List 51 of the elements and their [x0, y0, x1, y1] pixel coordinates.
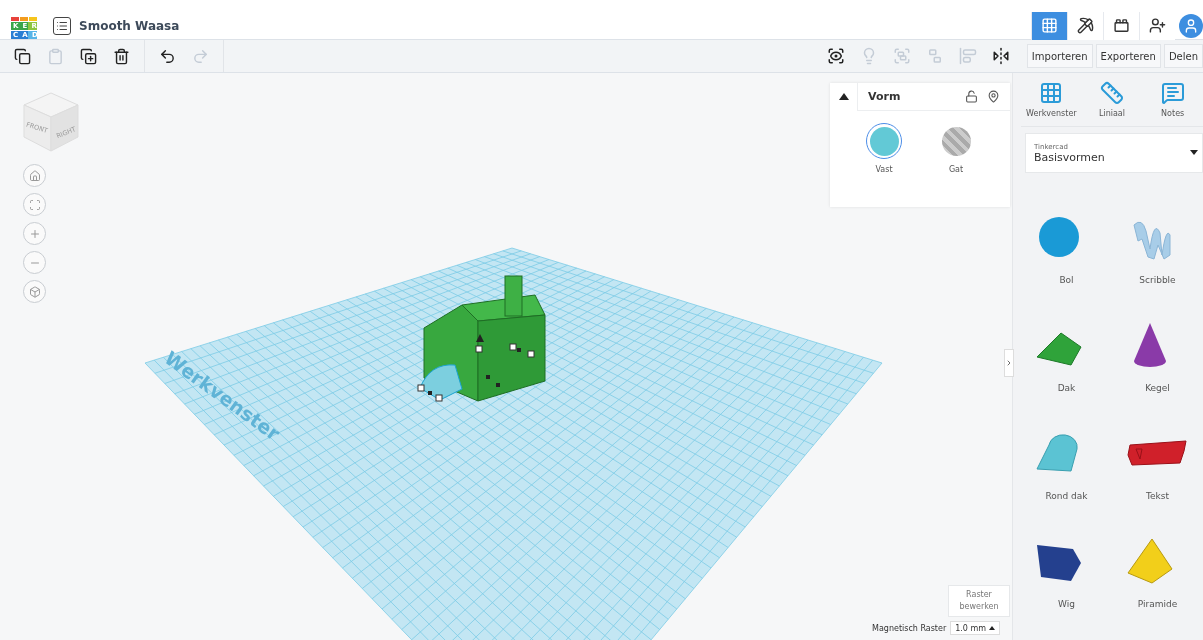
shape-item[interactable]: Rond dak — [1021, 425, 1112, 515]
house-model-drawing[interactable] — [417, 275, 546, 402]
shape-item[interactable]: Tekst — [1112, 425, 1203, 515]
pickaxe-tab[interactable] — [1067, 11, 1103, 40]
chevron-icon — [1005, 358, 1013, 368]
fit-view-icon — [28, 198, 41, 211]
home-icon — [28, 169, 41, 182]
snap-grid-label: Magnetisch Raster — [872, 623, 947, 633]
caret-icon — [989, 626, 996, 630]
design-title[interactable]: Smooth Waasa — [79, 18, 180, 33]
unlock-icon[interactable] — [964, 90, 978, 103]
fit-view-button[interactable] — [23, 193, 46, 216]
add-user-icon — [1149, 17, 1166, 34]
shape-item[interactable]: Kegel — [1112, 317, 1203, 407]
grid-icon — [1041, 17, 1058, 34]
snap-grid-select[interactable]: 1.0 mm — [950, 621, 1001, 635]
shape-item[interactable]: Dak — [1021, 317, 1112, 407]
cube-icon — [28, 285, 41, 298]
caret-icon — [1190, 150, 1198, 155]
share-button[interactable]: Delen — [1163, 44, 1203, 68]
zoom-in-icon — [28, 227, 41, 240]
shape-item[interactable]: Piramide — [1112, 533, 1203, 623]
avatar-icon[interactable] — [1179, 13, 1203, 38]
cube-button[interactable] — [23, 280, 46, 303]
ruler-tool-button[interactable]: Liniaal — [1081, 73, 1143, 126]
pickaxe-icon — [1077, 17, 1094, 34]
shape-item[interactable]: Wig — [1021, 533, 1112, 623]
collapse-button[interactable] — [830, 82, 858, 111]
mirror-icon[interactable] — [992, 47, 1011, 65]
notes-tool-button[interactable]: Notes — [1142, 73, 1203, 126]
pin-icon[interactable] — [986, 90, 1000, 103]
list-icon[interactable] — [53, 16, 71, 35]
undo-icon[interactable] — [159, 47, 176, 65]
copy-icon[interactable] — [14, 47, 31, 65]
brick-icon — [1113, 17, 1130, 34]
ruler-icon — [1100, 81, 1124, 105]
note-icon — [1160, 81, 1185, 105]
grid-icon — [1039, 81, 1064, 105]
duplicate-icon[interactable] — [80, 47, 97, 65]
delete-icon[interactable] — [113, 47, 130, 65]
shape-item[interactable]: Bol — [1021, 209, 1112, 299]
export-button[interactable]: Exporteren — [1095, 44, 1161, 68]
shape-item[interactable]: Scribble — [1112, 209, 1203, 299]
edit-grid-button[interactable]: Raster bewerken — [948, 585, 1010, 617]
hole-option[interactable]: Gat — [938, 123, 974, 174]
brick-tab[interactable] — [1103, 11, 1139, 40]
panel-title: Vorm — [868, 90, 902, 103]
import-button[interactable]: Importeren — [1026, 44, 1093, 68]
home-button[interactable] — [23, 164, 46, 187]
triangle-icon — [838, 93, 849, 100]
workplane-tool-button[interactable]: Werkvenster — [1021, 73, 1082, 126]
